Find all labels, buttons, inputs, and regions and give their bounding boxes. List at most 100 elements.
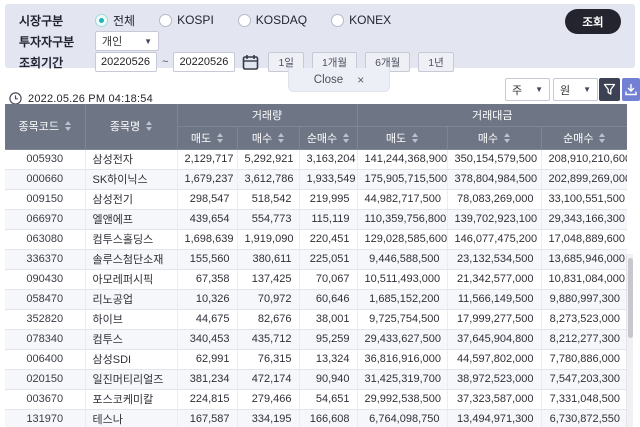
sort-icon[interactable] — [64, 121, 71, 132]
table-row[interactable]: 066970 엘앤에프 439,654 554,773 115,119 110,359,7… — [5, 209, 628, 230]
volume-net-cell: 1,933,549 — [299, 169, 358, 190]
table-row[interactable]: 336370 솔루스첨단소재 155,560 380,611 225,051 9,446,… — [5, 249, 628, 270]
vertical-scrollbar[interactable] — [626, 254, 633, 427]
volume-buy-cell: 554,773 — [237, 209, 300, 230]
sort-icon[interactable] — [217, 132, 224, 143]
sort-icon[interactable] — [599, 132, 606, 143]
stock-name-cell: 삼성전기 — [85, 189, 178, 210]
col-header-volume-buy[interactable]: 매수 — [237, 126, 300, 150]
close-tab[interactable]: Close × — [288, 68, 390, 92]
close-icon[interactable]: × — [357, 73, 364, 87]
value-sell-cell: 141,244,368,900 — [357, 149, 448, 170]
value-buy-cell: 37,323,587,000 — [447, 389, 542, 410]
volume-buy-cell: 380,611 — [237, 249, 300, 270]
radio-label: KONEX — [349, 13, 392, 27]
volume-net-cell: 166,608 — [299, 409, 358, 427]
volume-net-cell: 90,940 — [299, 369, 358, 390]
sort-icon[interactable] — [146, 121, 153, 132]
volume-buy-cell: 82,676 — [237, 309, 300, 330]
investor-select[interactable]: 개인 ▼ — [95, 31, 159, 51]
value-sell-cell: 29,433,627,500 — [357, 329, 448, 350]
stock-name-cell: 포스코케미칼 — [85, 389, 178, 410]
table-row[interactable]: 131970 테스나 167,587 334,195 166,608 6,764,098,… — [5, 409, 628, 427]
table-row[interactable]: 003670 포스코케미칼 224,815 279,466 54,651 29,992,5… — [5, 389, 628, 410]
chevron-down-icon: ▼ — [144, 36, 152, 46]
market-filter-label: 시장구분 — [19, 13, 64, 28]
table-row[interactable]: 058470 리노공업 10,326 70,972 60,646 1,685,152,20… — [5, 289, 628, 310]
sort-icon[interactable] — [504, 132, 511, 143]
table-row[interactable]: 352820 하이브 44,675 82,676 38,001 9,725,754,500… — [5, 309, 628, 330]
value-buy-cell: 38,972,523,000 — [447, 369, 542, 390]
col-header-volume-sell[interactable]: 매도 — [177, 126, 238, 150]
stock-table: 종목코드 종목명 거래량 거래대금 매도 매수 순매수 매도 매수 순매수 00… — [5, 104, 633, 427]
value-buy-cell: 21,342,577,000 — [447, 269, 542, 290]
stock-code-cell: 009150 — [5, 189, 86, 210]
value-net-cell: 7,780,886,000 — [541, 349, 628, 370]
value-buy-cell: 146,077,475,200 — [447, 229, 542, 250]
table-row[interactable]: 063080 컴투스홀딩스 1,698,639 1,919,090 220,451 129… — [5, 229, 628, 250]
value-net-cell: 8,212,277,300 — [541, 329, 628, 350]
stock-code-cell: 000660 — [5, 169, 86, 190]
download-icon — [625, 83, 637, 96]
stock-name-cell: 리노공업 — [85, 289, 178, 310]
value-net-cell: 13,685,946,000 — [541, 249, 628, 270]
radio-market-all[interactable]: 전체 — [95, 12, 135, 29]
value-sell-cell: 1,685,152,200 — [357, 289, 448, 310]
sort-icon[interactable] — [412, 132, 419, 143]
value-sell-cell: 36,816,916,000 — [357, 349, 448, 370]
col-header-stock-code[interactable]: 종목코드 — [5, 104, 86, 150]
search-button[interactable]: 조회 — [565, 9, 621, 34]
volume-buy-cell: 137,425 — [237, 269, 300, 290]
radio-market-kosdaq[interactable]: KOSDAQ — [237, 13, 307, 27]
volume-buy-cell: 334,195 — [237, 409, 300, 427]
volume-sell-cell: 155,560 — [177, 249, 238, 270]
value-sell-cell: 29,992,538,500 — [357, 389, 448, 410]
sort-icon[interactable] — [278, 132, 285, 143]
volume-net-cell: 220,451 — [299, 229, 358, 250]
col-header-volume-net[interactable]: 순매수 — [299, 126, 358, 150]
col-header-value-net[interactable]: 순매수 — [541, 126, 628, 150]
value-buy-cell: 44,597,802,000 — [447, 349, 542, 370]
table-row[interactable]: 078340 컴투스 340,453 435,712 95,259 29,433,627,… — [5, 329, 628, 350]
volume-sell-cell: 167,587 — [177, 409, 238, 427]
value-net-cell: 8,273,523,000 — [541, 309, 628, 330]
unit-share-select[interactable]: 주 ▼ — [505, 78, 550, 101]
volume-net-cell: 70,067 — [299, 269, 358, 290]
stock-code-cell: 090430 — [5, 269, 86, 290]
volume-sell-cell: 381,234 — [177, 369, 238, 390]
end-date-input[interactable] — [173, 52, 236, 72]
start-date-input[interactable] — [95, 52, 157, 72]
filter-button[interactable] — [599, 78, 620, 101]
volume-buy-cell: 5,292,921 — [237, 149, 300, 170]
value-net-cell: 9,880,997,300 — [541, 289, 628, 310]
table-row[interactable]: 000660 SK하이닉스 1,679,237 3,612,786 1,933,549 1… — [5, 169, 628, 190]
stock-query-screen: 시장구분 전체 KOSPI KOSDAQ KONEX 투자자구분 개인 ▼ 조회… — [0, 0, 640, 427]
radio-label: KOSPI — [177, 13, 214, 27]
volume-sell-cell: 340,453 — [177, 329, 238, 350]
volume-net-cell: 225,051 — [299, 249, 358, 270]
value-buy-cell: 139,702,923,100 — [447, 209, 542, 230]
download-button[interactable] — [622, 78, 640, 101]
col-header-stock-name[interactable]: 종목명 — [85, 104, 178, 150]
col-header-value-buy[interactable]: 매수 — [447, 126, 542, 150]
col-header-value-sell[interactable]: 매도 — [357, 126, 448, 150]
table-row[interactable]: 090430 아모레퍼시픽 67,358 137,425 70,067 10,511,49… — [5, 269, 628, 290]
sort-icon[interactable] — [343, 132, 350, 143]
scrollbar-thumb[interactable] — [628, 258, 633, 338]
chevron-down-icon: ▼ — [535, 85, 543, 94]
volume-sell-cell: 44,675 — [177, 309, 238, 330]
calendar-icon[interactable] — [240, 52, 260, 72]
period-1year-button[interactable]: 1년 — [418, 52, 454, 72]
group-header-volume: 거래량 — [177, 104, 358, 127]
unit-currency-select[interactable]: 원 ▼ — [553, 78, 598, 101]
radio-market-kospi[interactable]: KOSPI — [159, 13, 214, 27]
table-row[interactable]: 006400 삼성SDI 62,991 76,315 13,324 36,816,916,… — [5, 349, 628, 370]
radio-market-konex[interactable]: KONEX — [331, 13, 391, 27]
value-sell-cell: 175,905,715,500 — [357, 169, 448, 190]
table-row[interactable]: 005930 삼성전자 2,129,717 5,292,921 3,163,204 141… — [5, 149, 628, 170]
table-row[interactable]: 009150 삼성전기 298,547 518,542 219,995 44,982,71… — [5, 189, 628, 210]
stock-code-cell: 005930 — [5, 149, 86, 170]
table-row[interactable]: 020150 일진머티리얼즈 381,234 472,174 90,940 31,425,… — [5, 369, 628, 390]
volume-net-cell: 3,163,204 — [299, 149, 358, 170]
stock-code-cell: 078340 — [5, 329, 86, 350]
